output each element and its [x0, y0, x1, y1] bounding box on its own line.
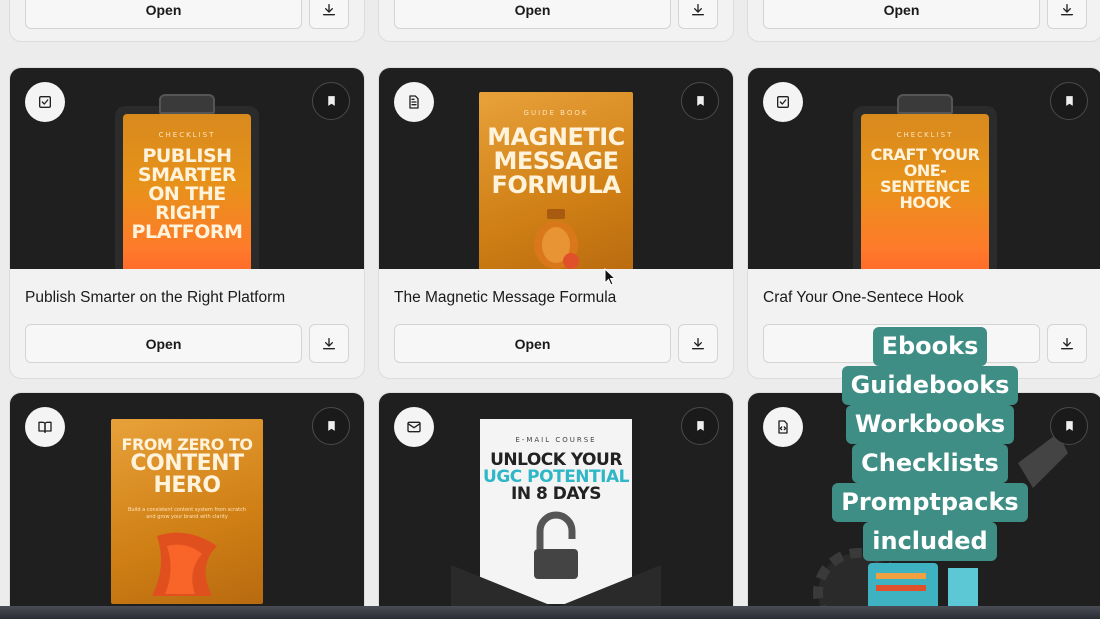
resource-card: Open	[747, 0, 1100, 42]
card-thumbnail[interactable]: FROM ZERO TO CONTENT HERO Build a consis…	[10, 393, 364, 619]
resource-type-badge	[25, 407, 65, 447]
bookmark-icon	[696, 421, 704, 431]
cover-line: PLATFORM	[131, 221, 243, 243]
overlay-tag: Guidebooks	[841, 366, 1019, 405]
cover-line: FORMULA	[491, 171, 621, 199]
overlay-tag: Ebooks	[872, 327, 988, 366]
bookmark-icon	[1065, 421, 1073, 431]
resource-type-badge	[763, 82, 803, 122]
mail-icon	[407, 421, 421, 433]
cover-line: ON THE RIGHT	[148, 183, 226, 224]
download-button[interactable]	[678, 324, 718, 363]
cover-paper: CHECKLIST PUBLISH SMARTER ON THE RIGHT P…	[123, 114, 251, 269]
card-thumbnail[interactable]: CHECKLIST PUBLISH SMARTER ON THE RIGHT P…	[10, 68, 364, 269]
guidebook-cover: GUIDE BOOK MAGNETIC MESSAGE FORMULA	[479, 92, 633, 269]
resource-type-badge	[394, 82, 434, 122]
open-button[interactable]: Open	[25, 324, 302, 363]
open-button[interactable]: Open	[394, 0, 671, 29]
bookmark-button[interactable]	[312, 407, 350, 445]
cape-illustration	[152, 532, 217, 596]
bookmark-button[interactable]	[681, 407, 719, 445]
checklist-cover: CHECKLIST PUBLISH SMARTER ON THE RIGHT P…	[115, 94, 259, 269]
mouse-cursor-icon	[604, 268, 616, 286]
cover-line: HERO	[153, 473, 221, 498]
card-actions: Open	[379, 324, 733, 366]
cover-kicker: CHECKLIST	[158, 131, 216, 139]
open-button[interactable]: Open	[763, 0, 1040, 29]
resource-card[interactable]: GUIDE BOOK MAGNETIC MESSAGE FORMULA The …	[378, 67, 734, 379]
cover-kicker: E-MAIL COURSE	[515, 436, 597, 444]
cover-line: CONTENT	[130, 451, 244, 476]
bookmark-icon	[327, 421, 335, 431]
cover-line: MESSAGE	[493, 147, 619, 175]
resource-card[interactable]: CHECKLIST PUBLISH SMARTER ON THE RIGHT P…	[9, 67, 365, 379]
download-button[interactable]	[309, 324, 349, 363]
download-icon	[323, 337, 335, 349]
magnet-bottle-illustration	[534, 209, 579, 269]
cover-paper: CHECKLIST CRAFT YOUR ONE-SENTENCE HOOK	[861, 114, 989, 269]
resource-card[interactable]: E-MAIL COURSE UNLOCK YOUR UGC POTENTIAL …	[378, 392, 734, 619]
overlay-tag: included	[863, 522, 997, 561]
bookmark-icon	[327, 96, 335, 106]
checkbox-icon	[39, 96, 51, 108]
resource-type-badge	[394, 407, 434, 447]
download-icon	[1061, 337, 1073, 349]
card-actions: Open	[748, 0, 1100, 34]
bookmark-button[interactable]	[681, 82, 719, 120]
cover-line: HOOK	[899, 193, 952, 212]
resource-card[interactable]: FROM ZERO TO CONTENT HERO Build a consis…	[9, 392, 365, 619]
download-button[interactable]	[309, 0, 349, 29]
cover-line: MAGNETIC	[487, 123, 625, 151]
overlay-tag: Checklists	[852, 444, 1008, 483]
clipboard-clip	[897, 94, 953, 114]
cover-line: ONE-SENTENCE	[880, 161, 970, 196]
download-button[interactable]	[1047, 0, 1087, 29]
card-actions: Open	[379, 0, 733, 34]
card-title: The Magnetic Message Formula	[394, 289, 617, 306]
ebook-cover: FROM ZERO TO CONTENT HERO Build a consis…	[111, 419, 263, 604]
overlay-tag: Promptpacks	[832, 483, 1028, 522]
overlay-tag: Workbooks	[845, 405, 1015, 444]
cover-subtext: Build a consistent content system from s…	[127, 507, 247, 520]
card-actions: Open	[10, 324, 364, 366]
download-icon	[692, 3, 704, 15]
cover-line: IN 8 DAYS	[511, 484, 601, 504]
file-code-icon	[778, 420, 788, 434]
padlock-illustration	[534, 511, 578, 579]
resource-type-badge	[25, 82, 65, 122]
bookmark-button[interactable]	[312, 82, 350, 120]
download-icon	[323, 3, 335, 15]
clipboard-clip	[159, 94, 215, 114]
download-icon	[1061, 3, 1073, 15]
download-button[interactable]	[678, 0, 718, 29]
card-thumbnail[interactable]: GUIDE BOOK MAGNETIC MESSAGE FORMULA	[379, 68, 733, 269]
card-thumbnail[interactable]: E-MAIL COURSE UNLOCK YOUR UGC POTENTIAL …	[379, 393, 733, 619]
email-course-cover: E-MAIL COURSE UNLOCK YOUR UGC POTENTIAL …	[480, 419, 632, 604]
resource-card: Open	[378, 0, 734, 42]
cover-line: PUBLISH SMARTER	[137, 145, 237, 186]
document-icon	[409, 95, 419, 109]
cover-kicker: CHECKLIST	[896, 131, 954, 139]
card-title: Craf Your One-Sentece Hook	[763, 289, 964, 306]
resource-type-badge	[763, 407, 803, 447]
download-button[interactable]	[1047, 324, 1087, 363]
download-icon	[692, 337, 704, 349]
resource-card: Open	[9, 0, 365, 42]
resource-types-overlay: Ebooks Guidebooks Workbooks Checklists P…	[832, 327, 1028, 561]
checklist-cover: CHECKLIST CRAFT YOUR ONE-SENTENCE HOOK	[853, 94, 997, 269]
open-button[interactable]: Open	[394, 324, 671, 363]
checkbox-icon	[777, 96, 789, 108]
bookmark-button[interactable]	[1050, 407, 1088, 445]
book-icon	[38, 421, 52, 433]
cover-kicker: GUIDE BOOK	[523, 109, 589, 117]
card-thumbnail[interactable]: CHECKLIST CRAFT YOUR ONE-SENTENCE HOOK	[748, 68, 1100, 269]
card-title: Publish Smarter on the Right Platform	[25, 289, 286, 306]
bookmark-icon	[1065, 96, 1073, 106]
bookmark-icon	[696, 96, 704, 106]
card-actions: Open	[10, 0, 364, 34]
bookmark-button[interactable]	[1050, 82, 1088, 120]
window-bottom-edge	[0, 606, 1100, 619]
open-button[interactable]: Open	[25, 0, 302, 29]
